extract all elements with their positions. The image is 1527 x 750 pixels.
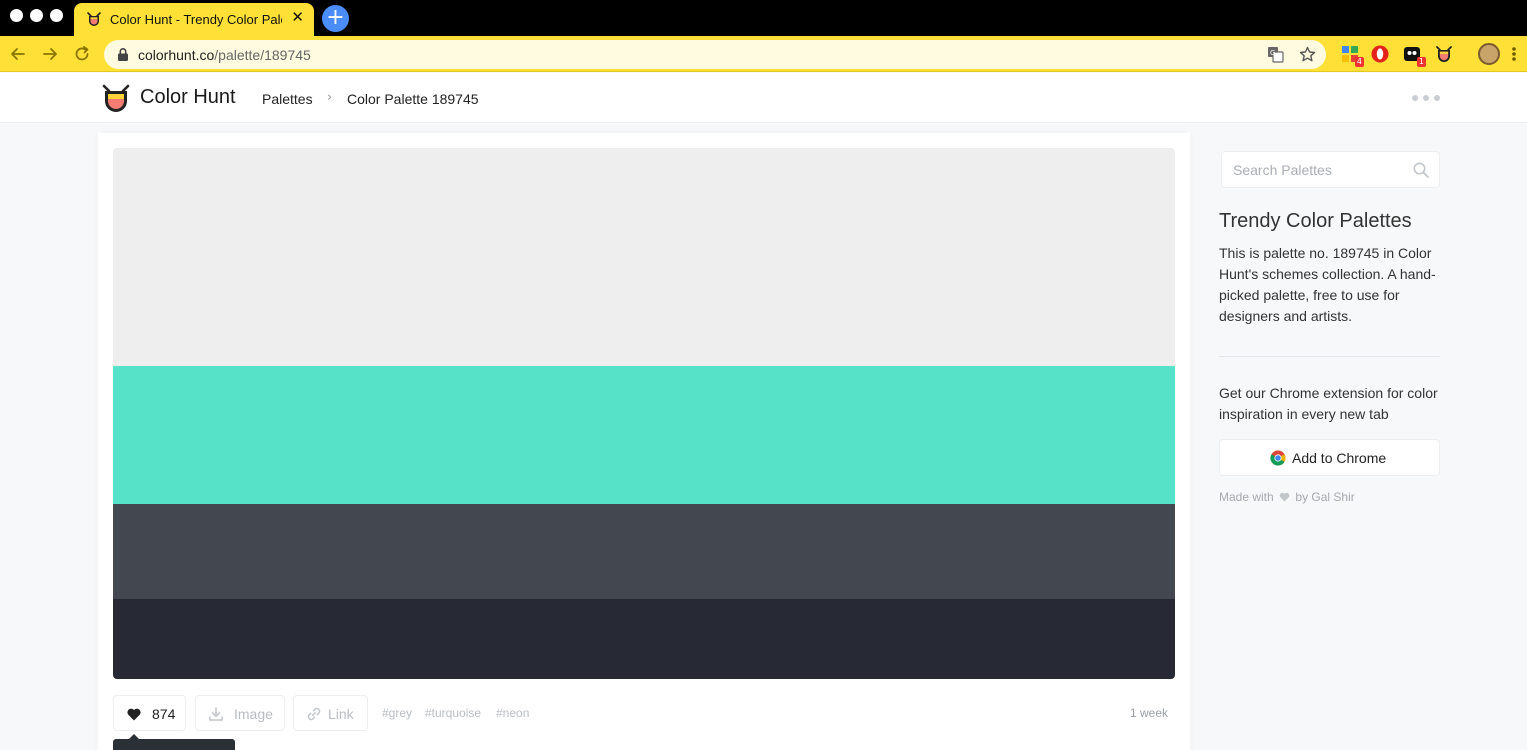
url-host: colorhunt.co bbox=[138, 47, 215, 63]
heart-icon bbox=[1279, 492, 1290, 502]
browser-menu-icon[interactable] bbox=[1510, 44, 1518, 64]
browser-tab[interactable]: Color Hunt - Trendy Color Palettes ✕ bbox=[74, 3, 314, 36]
bookmark-star-icon[interactable] bbox=[1299, 46, 1316, 63]
palette-card: 874 Image Link #grey #turquoise #neon 1 … bbox=[98, 133, 1190, 750]
profile-avatar[interactable] bbox=[1478, 43, 1500, 65]
color-swatch-3[interactable] bbox=[113, 504, 1175, 599]
color-hunt-logo-icon[interactable] bbox=[101, 83, 131, 115]
svg-text:G: G bbox=[1270, 49, 1275, 57]
url-path: /palette/189745 bbox=[214, 47, 311, 63]
tab-title: Color Hunt - Trendy Color Palettes bbox=[110, 12, 282, 27]
breadcrumb-palettes[interactable]: Palettes bbox=[262, 91, 313, 107]
sidebar-title: Trendy Color Palettes bbox=[1219, 210, 1412, 232]
made-with-author[interactable]: by Gal Shir bbox=[1295, 490, 1354, 504]
site-header: Color Hunt Palettes › Color Palette 1897… bbox=[0, 73, 1527, 123]
breadcrumb-separator: › bbox=[327, 90, 333, 105]
search-input[interactable] bbox=[1222, 152, 1407, 187]
search-box bbox=[1221, 151, 1440, 188]
browser-titlebar: Color Hunt - Trendy Color Palettes ✕ + bbox=[0, 0, 1527, 36]
color-hunt-cup-icon bbox=[1436, 46, 1452, 62]
download-icon bbox=[209, 707, 223, 721]
add-to-chrome-button[interactable]: Add to Chrome bbox=[1219, 439, 1440, 476]
extension-1-badge: 4 bbox=[1354, 57, 1364, 67]
address-bar[interactable]: colorhunt.co/palette/189745 G bbox=[104, 40, 1326, 69]
link-icon bbox=[307, 707, 321, 721]
sidebar-description: This is palette no. 189745 in Color Hunt… bbox=[1219, 245, 1436, 324]
sidebar-divider bbox=[1219, 356, 1440, 357]
browser-toolbar: colorhunt.co/palette/189745 G 4 1 bbox=[0, 36, 1527, 72]
extension-1-icon[interactable]: 4 bbox=[1340, 44, 1364, 67]
new-tab-button[interactable]: + bbox=[322, 5, 349, 32]
like-tooltip bbox=[113, 734, 235, 750]
link-button-label: Link bbox=[328, 706, 354, 722]
extension-3-badge: 1 bbox=[1416, 57, 1426, 67]
color-swatch-4[interactable] bbox=[113, 599, 1175, 679]
palette-age: 1 week bbox=[1129, 706, 1168, 720]
lock-icon bbox=[118, 48, 128, 61]
breadcrumb-current: Color Palette 189745 bbox=[347, 91, 479, 107]
tag-turquoise[interactable]: #turquoise bbox=[425, 706, 481, 720]
palette-swatches bbox=[113, 148, 1175, 679]
tag-neon[interactable]: #neon bbox=[496, 706, 529, 720]
heart-icon bbox=[127, 708, 141, 721]
made-with-prefix: Made with bbox=[1219, 490, 1274, 504]
search-icon[interactable] bbox=[1412, 161, 1430, 179]
like-button[interactable]: 874 bbox=[113, 695, 186, 731]
window-close-dot[interactable] bbox=[10, 9, 23, 22]
window-minimize-dot[interactable] bbox=[30, 9, 43, 22]
url-text: colorhunt.co/palette/189745 bbox=[138, 47, 311, 63]
back-arrow-icon[interactable] bbox=[8, 44, 28, 64]
color-hunt-extension-icon[interactable] bbox=[1434, 44, 1454, 64]
made-with-credit: Made with by Gal Shir bbox=[1219, 490, 1355, 504]
window-maximize-dot[interactable] bbox=[50, 9, 63, 22]
site-logo-text[interactable]: Color Hunt bbox=[140, 86, 236, 109]
more-menu-icon[interactable] bbox=[1412, 95, 1440, 103]
opera-adblock-icon[interactable] bbox=[1370, 44, 1390, 64]
color-swatch-2[interactable] bbox=[113, 366, 1175, 504]
chrome-extension-text: Get our Chrome extension for color inspi… bbox=[1219, 385, 1438, 422]
color-hunt-favicon-icon bbox=[87, 12, 101, 26]
download-image-button[interactable]: Image bbox=[195, 695, 285, 731]
color-swatch-1[interactable] bbox=[113, 148, 1175, 366]
translate-icon[interactable]: G bbox=[1267, 46, 1284, 63]
chrome-logo-icon bbox=[1270, 450, 1286, 466]
copy-link-button[interactable]: Link bbox=[293, 695, 368, 731]
extension-3-icon[interactable]: 1 bbox=[1402, 44, 1426, 67]
reload-icon[interactable] bbox=[72, 44, 92, 64]
forward-arrow-icon[interactable] bbox=[40, 44, 60, 64]
image-button-label: Image bbox=[234, 706, 273, 722]
opera-icon bbox=[1371, 45, 1389, 63]
like-count: 874 bbox=[152, 706, 176, 722]
tab-close-button[interactable]: ✕ bbox=[291, 10, 304, 26]
tag-grey[interactable]: #grey bbox=[382, 706, 412, 720]
add-to-chrome-label: Add to Chrome bbox=[1292, 450, 1387, 466]
